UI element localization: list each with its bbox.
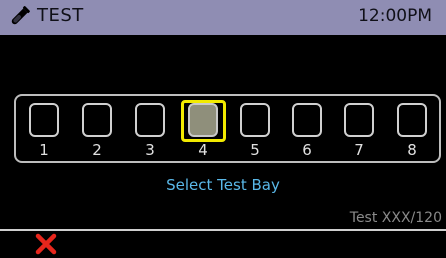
test-tube-icon [11,6,30,25]
bay-5-label: 5 [250,141,260,159]
test-counter: Test XXX/120 [349,210,442,226]
bay-2[interactable] [82,103,112,137]
bay-6[interactable] [292,103,322,137]
bay-8[interactable] [397,103,427,137]
bay-2-label: 2 [92,141,102,159]
bay-3[interactable] [135,103,165,137]
title-bar: TEST 12:00PM [0,0,446,35]
bay-selector-panel [14,94,441,163]
select-bay-prompt: Select Test Bay [166,176,280,194]
footer-divider [0,229,446,231]
bay-6-label: 6 [302,141,312,159]
close-icon[interactable] [34,233,58,255]
page-title: TEST [37,5,84,26]
bay-4-label: 4 [198,141,208,159]
bay-7-label: 7 [354,141,364,159]
bay-1-label: 1 [39,141,49,159]
selected-bay-highlight [181,100,226,142]
bay-7[interactable] [344,103,374,137]
bay-5[interactable] [240,103,270,137]
clock: 12:00PM [358,6,432,26]
bay-1[interactable] [29,103,59,137]
bay-3-label: 3 [145,141,155,159]
bay-8-label: 8 [407,141,417,159]
